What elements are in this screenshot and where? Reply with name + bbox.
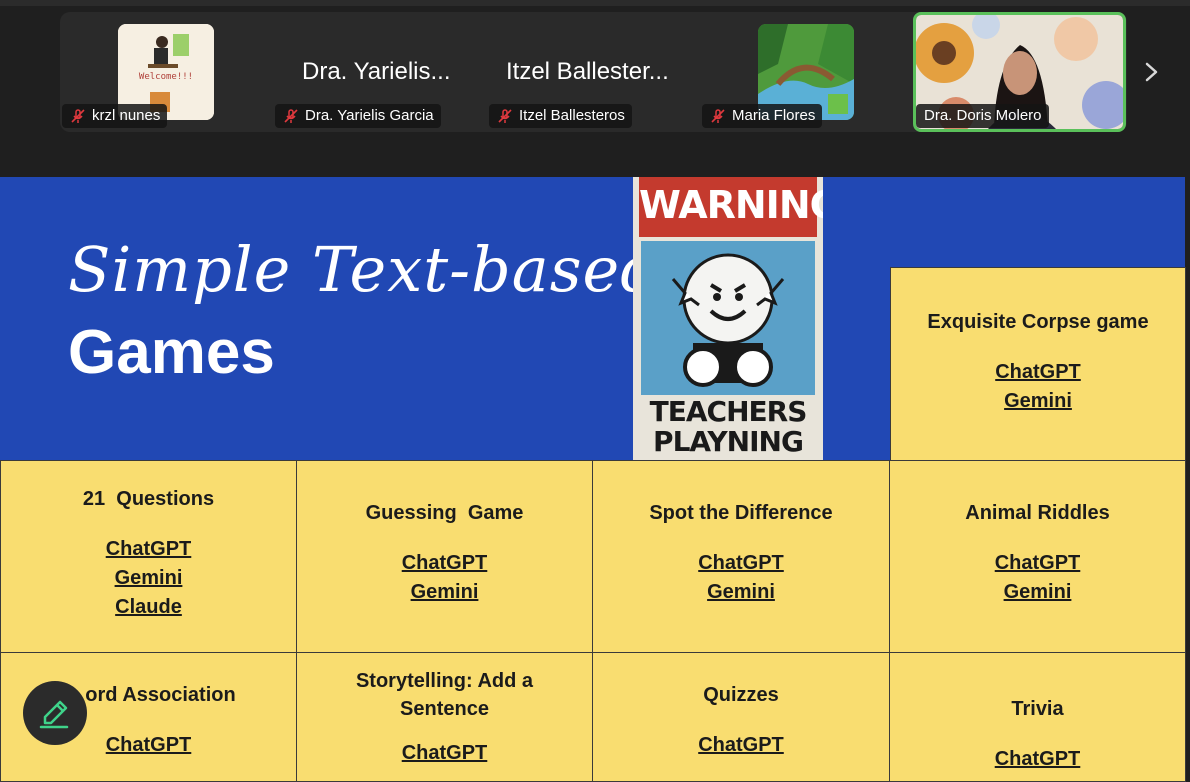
game-cell-spot-the-difference: Spot the Difference ChatGPT Gemini (592, 460, 890, 653)
game-cell-animal-riddles: Animal Riddles ChatGPT Gemini (889, 460, 1186, 653)
chatgpt-link[interactable]: ChatGPT (890, 549, 1185, 578)
warning-poster: WARNING TEACHERS PLAYNING (633, 177, 823, 460)
poster-bottom-text-2: PLAYNING (653, 425, 804, 458)
chatgpt-link[interactable]: ChatGPT (297, 739, 592, 768)
game-cell-trivia: Trivia ChatGPT (889, 652, 1186, 782)
window-top-strip (0, 0, 1190, 6)
chatgpt-link[interactable]: ChatGPT (593, 731, 889, 760)
chatgpt-link[interactable]: ChatGPT (890, 745, 1185, 774)
gemini-link[interactable]: Gemini (1, 564, 296, 593)
participant-name-label: krzl nunes (92, 107, 161, 124)
mic-muted-icon (71, 108, 85, 123)
game-cell-21-questions: 21 Questions ChatGPT Gemini Claude (0, 460, 297, 653)
participant-display-name: Dra. Yarielis... (302, 58, 451, 85)
annotate-button[interactable] (23, 681, 87, 745)
shared-slide: Simple Text-based Games WARNING TEACHERS… (0, 177, 1190, 782)
participant-tile-itzel[interactable]: Itzel Ballester... Itzel Ballesteros (489, 12, 689, 132)
chatgpt-link[interactable]: ChatGPT (593, 549, 889, 578)
poster-warning-text: WARNING (639, 183, 823, 227)
chevron-right-icon[interactable] (1140, 58, 1164, 86)
participant-name-krzl: krzl nunes (62, 104, 168, 128)
chatgpt-link[interactable]: ChatGPT (891, 358, 1185, 387)
participant-name-doris: Dra. Doris Molero (916, 104, 1049, 128)
game-title: Exquisite Corpse game (927, 311, 1149, 333)
game-title: Quizzes (703, 684, 779, 706)
participant-tile-doris[interactable]: Dra. Doris Molero (913, 12, 1126, 132)
gemini-link[interactable]: Gemini (891, 387, 1185, 416)
poster-bottom-text-1: TEACHERS (649, 395, 808, 428)
game-title: Trivia (1011, 698, 1064, 720)
claude-link[interactable]: Claude (1, 593, 296, 622)
chatgpt-link[interactable]: ChatGPT (1, 535, 296, 564)
participant-tile-krzl[interactable]: Welcome!!! krzl nunes (62, 12, 232, 132)
game-title: Spot the Difference (649, 502, 833, 524)
participant-name-label: Dra. Yarielis Garcia (305, 107, 434, 124)
slide-title-line1: Simple Text-based (68, 233, 661, 306)
participant-tile-yarielis[interactable]: Dra. Yarielis... Dra. Yarielis Garcia (275, 12, 475, 132)
mic-muted-icon (711, 108, 725, 123)
game-title: Animal Riddles (965, 502, 1110, 524)
game-cell-storytelling: Storytelling: Add a Sentence ChatGPT (296, 652, 593, 782)
game-title: Storytelling: Add a Sentence (355, 670, 534, 720)
poster-character-icon (641, 241, 815, 395)
participant-name-label: Dra. Doris Molero (924, 107, 1042, 124)
participant-name-maria: Maria Flores (702, 104, 823, 128)
participant-name-label: Maria Flores (732, 107, 816, 124)
slide-title-line2: Games (68, 318, 275, 387)
gemini-link[interactable]: Gemini (593, 578, 889, 607)
mic-muted-icon (498, 108, 512, 123)
game-cell-quizzes: Quizzes ChatGPT (592, 652, 890, 782)
participant-name-yarielis: Dra. Yarielis Garcia (275, 104, 441, 128)
participant-display-name: Itzel Ballester... (506, 58, 669, 85)
participant-name-label: Itzel Ballesteros (519, 107, 625, 124)
game-title: 21 Questions (82, 488, 215, 510)
gemini-link[interactable]: Gemini (297, 578, 592, 607)
game-cell-exquisite-corpse: Exquisite Corpse game ChatGPT Gemini (890, 267, 1186, 461)
mic-muted-icon (284, 108, 298, 123)
participant-tile-maria[interactable]: Maria Flores (702, 12, 872, 132)
chatgpt-link[interactable]: ChatGPT (297, 549, 592, 578)
krzl-thumb-text: Welcome!!! (138, 72, 194, 82)
game-title: Guessing Game (365, 502, 524, 524)
gemini-link[interactable]: Gemini (890, 578, 1185, 607)
game-cell-guessing-game: Guessing Game ChatGPT Gemini (296, 460, 593, 653)
participant-name-itzel: Itzel Ballesteros (489, 104, 632, 128)
pencil-icon (39, 700, 69, 729)
